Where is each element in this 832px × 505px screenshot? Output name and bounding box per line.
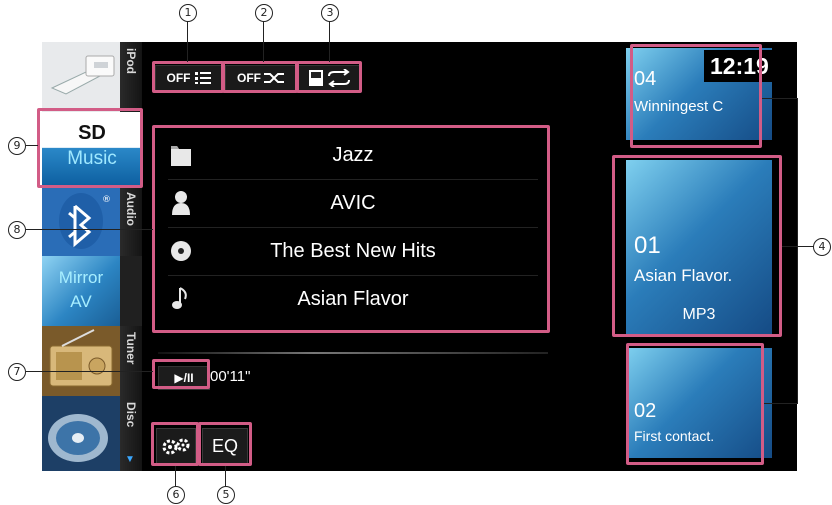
callout-5: 5: [217, 486, 235, 504]
source-disc-label: Disc: [124, 402, 138, 428]
leader-line: [782, 246, 814, 247]
leader-line: [175, 466, 176, 486]
source-mirror-av[interactable]: Mirror AV: [42, 256, 142, 327]
leader-line: [26, 229, 153, 230]
svg-text:®: ®: [102, 195, 111, 205]
source-ipod[interactable]: iPod: [42, 42, 142, 113]
leader-line: [764, 403, 798, 404]
highlight-6: [151, 422, 199, 466]
source-rail: iPod SD Music ® Audio Mirror AV Tuner Di…: [42, 42, 142, 471]
callout-8: 8: [8, 221, 26, 239]
callout-6: 6: [167, 486, 185, 504]
leader-line: [329, 21, 330, 62]
highlight-9: [37, 108, 143, 188]
leader-line: [225, 466, 226, 486]
callout-1: 1: [179, 4, 197, 22]
callout-3: 3: [321, 4, 339, 22]
source-tuner[interactable]: Tuner: [42, 326, 142, 397]
leader-line: [26, 371, 153, 372]
scroll-down-icon[interactable]: ▼: [125, 454, 135, 465]
highlight-1: [152, 61, 224, 93]
leader-line: [26, 145, 38, 146]
av-label: AV: [70, 292, 92, 311]
source-ipod-label: iPod: [124, 48, 138, 74]
disc-icon: [42, 396, 120, 471]
progress-bar[interactable]: [158, 352, 548, 354]
mirror-label: Mirror: [58, 268, 104, 287]
source-bluetooth-audio[interactable]: ® Audio: [42, 186, 142, 257]
highlight-2: [222, 61, 298, 93]
callout-7: 7: [8, 363, 26, 381]
connector-cable-icon: [42, 42, 120, 112]
highlight-4a: [630, 44, 762, 148]
radio-icon: [42, 326, 120, 396]
leader-line: [797, 98, 798, 404]
callout-4: 4: [813, 238, 831, 256]
source-audio-label: Audio: [124, 192, 138, 226]
leader-line: [263, 21, 264, 62]
callout-2: 2: [255, 4, 273, 22]
mirror-av-icon: Mirror AV: [42, 256, 120, 326]
highlight-7: [152, 359, 210, 389]
highlight-4c: [626, 343, 764, 465]
source-tuner-label: Tuner: [124, 332, 138, 365]
leader-line: [762, 98, 798, 99]
leader-line: [187, 21, 188, 62]
highlight-5: [198, 422, 252, 466]
callout-9: 9: [8, 137, 26, 155]
elapsed-time: 00'11": [210, 368, 251, 385]
highlight-3: [296, 61, 362, 93]
highlight-8: [152, 125, 550, 333]
bluetooth-icon: ®: [42, 186, 120, 256]
highlight-4b: [612, 155, 782, 337]
